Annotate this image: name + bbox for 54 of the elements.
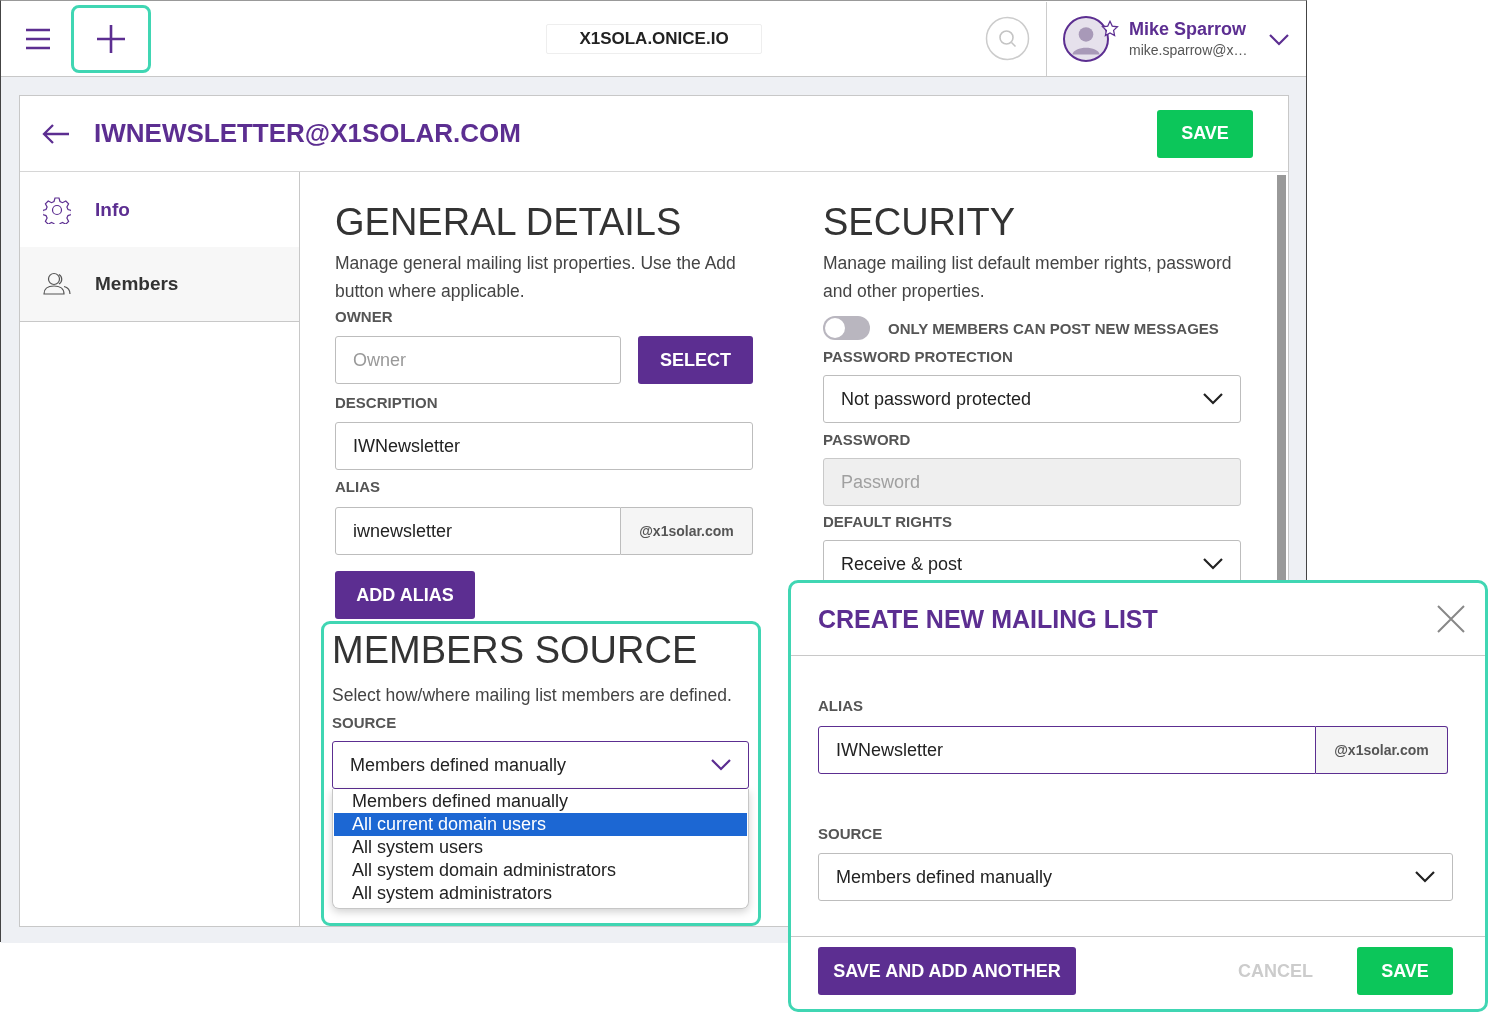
field-label: PASSWORD	[823, 431, 912, 448]
section-description: Select how/where mailing list members are defined.	[332, 684, 733, 707]
chevron-down-icon	[1415, 871, 1435, 883]
section-description: Manage mailing list default member rights, password and other properties.	[823, 252, 1233, 303]
page-title: IWNEWSLETTER@X1SOLAR.COM	[94, 118, 521, 149]
select-button[interactable]: SELECT	[638, 336, 753, 384]
toggle-switch[interactable]	[823, 316, 870, 340]
password-protection-select[interactable]: Not password protected	[823, 375, 1241, 423]
sidebar-item[interactable]: Members	[20, 247, 299, 322]
dialog-title: CREATE NEW MAILING LIST	[818, 604, 1158, 634]
people-icon	[43, 271, 71, 297]
user-name: Mike Sparrow	[1129, 19, 1248, 40]
domain-suffix: @x1solar.com	[1316, 726, 1448, 774]
toggle-label: ONLY MEMBERS CAN POST NEW MESSAGES	[888, 319, 1219, 337]
domain-suffix: @x1solar.com	[621, 507, 753, 555]
owner-field[interactable]: Owner	[335, 336, 621, 384]
alias-field[interactable]: iwnewsletter	[335, 507, 621, 555]
section-heading: GENERAL DETAILS	[335, 200, 683, 245]
field-label: OWNER	[335, 308, 394, 325]
field-label: SOURCE	[332, 714, 398, 731]
chevron-down-icon	[1203, 393, 1223, 405]
dropdown-option[interactable]: Members defined manually	[334, 790, 747, 813]
field-label: ALIAS	[335, 478, 381, 495]
field-label: ALIAS	[818, 697, 864, 714]
menu-icon[interactable]	[24, 26, 52, 51]
description-field[interactable]: IWNewsletter	[335, 422, 753, 470]
star-icon[interactable]	[1101, 19, 1119, 38]
dropdown-option[interactable]: All system users	[334, 836, 747, 859]
user-email: mike.sparrow@x…	[1129, 42, 1248, 58]
save-and-add-button[interactable]: SAVE AND ADD ANOTHER	[818, 947, 1076, 995]
field-label: DESCRIPTION	[335, 394, 439, 411]
back-arrow-icon[interactable]	[42, 122, 70, 145]
section-description: Manage general mailing list properties. Use the Add button where applicable.	[335, 252, 737, 303]
plus-icon	[96, 23, 126, 54]
avatar[interactable]	[1063, 15, 1109, 62]
add-alias-button[interactable]: ADD ALIAS	[335, 571, 475, 619]
dropdown-option[interactable]: All system administrators	[334, 882, 747, 905]
domain-label: X1SOLA.ONICE.IO	[546, 23, 762, 54]
chevron-down-icon	[711, 759, 731, 771]
gear-icon	[43, 195, 71, 224]
section-heading: MEMBERS SOURCE	[332, 628, 699, 673]
chevron-down-icon	[1203, 558, 1223, 570]
field-label: DEFAULT RIGHTS	[823, 513, 953, 530]
source-select[interactable]: Members defined manually	[332, 741, 749, 789]
field-label: SOURCE	[818, 825, 884, 842]
dropdown-option[interactable]: All system domain administrators	[334, 859, 747, 882]
scrollbar[interactable]	[1277, 175, 1286, 583]
close-icon[interactable]	[1437, 605, 1465, 633]
alias-field[interactable]: IWNewsletter	[818, 726, 1316, 774]
section-heading: SECURITY	[823, 200, 1017, 245]
chevron-down-icon[interactable]	[1268, 31, 1290, 46]
field-label: PASSWORD PROTECTION	[823, 348, 1014, 365]
source-select[interactable]: Members defined manually	[818, 853, 1453, 901]
dropdown-option[interactable]: All current domain users	[334, 813, 747, 836]
